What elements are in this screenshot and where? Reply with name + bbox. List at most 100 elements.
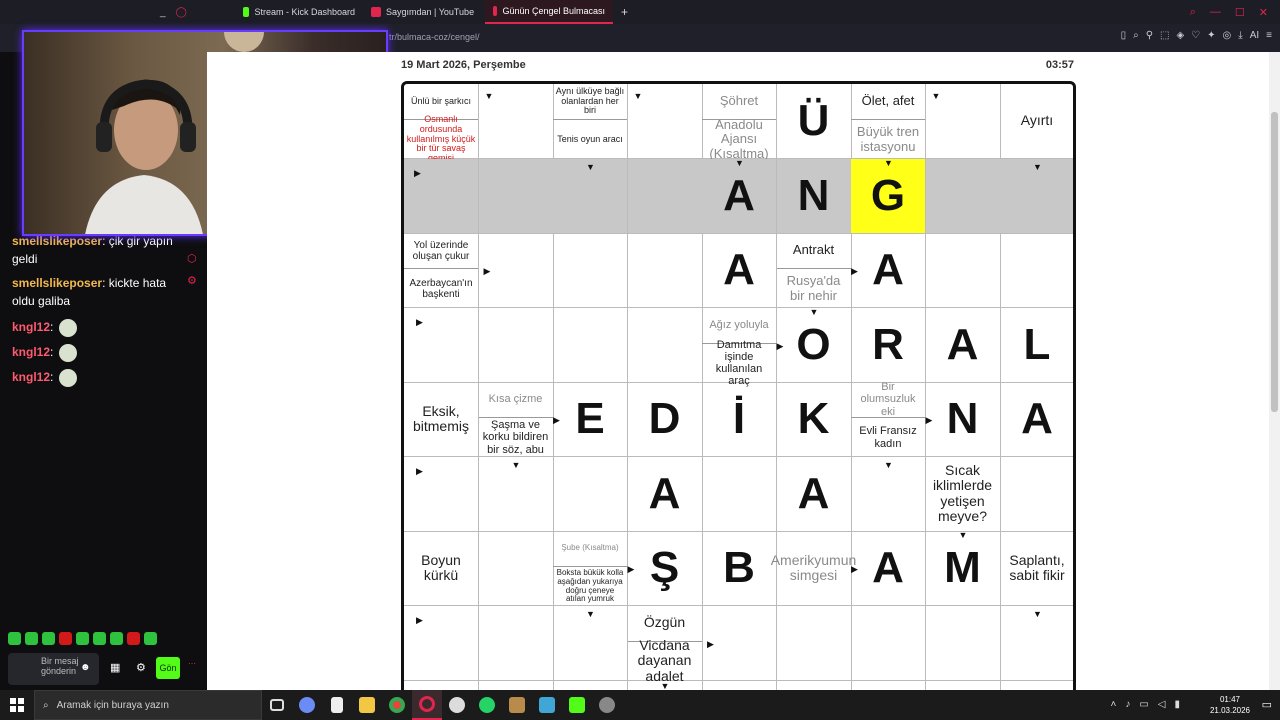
grid-cell[interactable]	[1000, 233, 1073, 308]
scrollbar-thumb[interactable]	[1271, 112, 1278, 412]
clue-cell[interactable]: Ünlü bir şarkıcı Osmanlı ordusunda kullan…	[404, 84, 479, 163]
task-view-icon[interactable]	[262, 690, 292, 720]
grid-cell[interactable]: L	[1000, 308, 1073, 383]
grid-cell[interactable]: Ş ▶	[627, 531, 703, 606]
window-minimize-icon[interactable]: —	[1210, 6, 1221, 18]
grid-cell[interactable]: A	[776, 456, 852, 532]
grid-cell[interactable]: ▼	[851, 456, 926, 532]
reader-icon[interactable]: ▯	[1121, 30, 1127, 41]
extensions-icon[interactable]: ✦	[1207, 30, 1215, 41]
grid-cell[interactable]	[851, 605, 926, 681]
grid-cell[interactable]	[925, 233, 1001, 308]
ai-icon[interactable]: AI	[1250, 30, 1259, 41]
kick-app-icon[interactable]	[562, 690, 592, 720]
emote-icon[interactable]	[144, 632, 157, 645]
menu-icon[interactable]: ≡	[1266, 30, 1272, 41]
chat-settings-icon[interactable]: ⚙	[136, 661, 146, 674]
network-icon[interactable]: ▭	[1139, 699, 1148, 710]
folder-icon[interactable]	[352, 690, 382, 720]
whatsapp-icon[interactable]	[472, 690, 502, 720]
clue-cell[interactable]: Aynı ülküye bağlı olanlardan her biri Ten…	[553, 84, 628, 159]
grid-cell[interactable]	[478, 531, 554, 606]
grid-cell[interactable]: ▶	[404, 456, 479, 532]
clue-cell[interactable]: Boyun kürkü	[404, 531, 479, 606]
grid-cell[interactable]: R	[851, 307, 926, 383]
download-icon[interactable]: ⤓	[1238, 30, 1242, 41]
clue-cell[interactable]: Kısa çizme Şaşma ve korku bildiren bir sö…	[478, 382, 554, 457]
clue-cell[interactable]: Eksik, bitmemiş	[404, 382, 479, 457]
clue-cell[interactable]: Ağız yoluyla Damıtma işinde kullanılan ar…	[702, 307, 777, 387]
mic-tray-icon[interactable]: ♪	[1125, 699, 1130, 710]
shield-icon[interactable]: ◈	[1176, 30, 1184, 41]
grid-cell[interactable]: E ▶	[553, 382, 628, 457]
emote-icon[interactable]	[25, 632, 38, 645]
emote-icon[interactable]	[8, 632, 21, 645]
grid-cell[interactable]: A	[925, 307, 1001, 383]
file-icon[interactable]	[322, 690, 352, 720]
start-button[interactable]	[0, 690, 34, 720]
clue-cell[interactable]: Antrakt Rusya'da bir nehir	[776, 233, 852, 308]
chrome-icon[interactable]	[382, 690, 412, 720]
grid-cell[interactable]	[702, 456, 777, 532]
grid-cell[interactable]: A	[1000, 382, 1073, 457]
grid-cell[interactable]: ▶	[702, 605, 777, 681]
clue-cell[interactable]: Özgün Vicdana dayanan adalet	[627, 605, 703, 683]
clue-cell[interactable]: Sıcak iklimlerde yetişen meyve?	[925, 456, 1001, 532]
grid-cell[interactable]: B	[702, 531, 777, 606]
grid-cell[interactable]	[925, 605, 1001, 681]
search-icon[interactable]: ⌕	[1190, 6, 1196, 19]
send-button[interactable]: Gön	[156, 657, 180, 679]
tab-youtube[interactable]: Saygımdan | YouTube	[363, 0, 485, 24]
chat-username[interactable]: kngl12	[12, 320, 50, 334]
minimize-icon[interactable]: _	[160, 7, 166, 18]
grid-cell[interactable]: A	[627, 456, 703, 532]
heart-icon[interactable]: ♡	[1191, 30, 1200, 41]
grid-cell[interactable]: ▼	[478, 456, 554, 532]
copilot-icon[interactable]	[292, 690, 322, 720]
grid-cell[interactable]: ▼	[925, 84, 1001, 159]
grid-cell[interactable]: A ▶	[851, 233, 926, 308]
clue-cell[interactable]: Şube (Kısaltma) Boksta bükük kolla aşağıd…	[553, 531, 628, 606]
opera-app-icon[interactable]	[412, 690, 442, 720]
snapshot-icon[interactable]: ⬚	[1160, 30, 1169, 41]
emote-icon[interactable]	[59, 632, 72, 645]
grid-cell[interactable]: O ▼ ▶	[776, 307, 852, 383]
grid-cell[interactable]: K	[776, 382, 852, 457]
grid-cell[interactable]: M ▼	[925, 531, 1001, 606]
opera-icon[interactable]: ◯	[176, 7, 187, 18]
tab-cengel-bulmaca[interactable]: Günün Çengel Bulmacası	[485, 0, 613, 24]
emote-icon[interactable]	[93, 632, 106, 645]
new-tab-button[interactable]: +	[613, 0, 636, 24]
grid-cell[interactable]: Ü	[776, 84, 852, 159]
battery-icon[interactable]: ▮	[1174, 699, 1180, 710]
notification-icon[interactable]: ▭	[1262, 698, 1272, 711]
grid-cell[interactable]	[627, 307, 703, 383]
grid-cell[interactable]: A ▼	[702, 158, 777, 234]
grid-cell[interactable]: N	[776, 158, 852, 234]
grid-cell[interactable]: ▼	[1000, 158, 1073, 234]
vpn-icon[interactable]: ◎	[1223, 30, 1232, 41]
chat-username[interactable]: smellslikeposer	[12, 234, 102, 248]
volume-icon[interactable]: ◁	[1158, 699, 1166, 710]
grid-cell[interactable]: ▶	[404, 605, 479, 681]
settings-gear-icon[interactable]: ⚙	[187, 270, 197, 292]
pin-icon[interactable]: ⚲	[1146, 30, 1153, 41]
chevron-up-icon[interactable]: ˄	[1110, 699, 1116, 710]
taskbar-search[interactable]: ⌕ Aramak için buraya yazın	[34, 690, 262, 720]
url-field[interactable]: tr/bulmaca-coz/cengel/	[389, 32, 480, 42]
window-close-icon[interactable]: ✕	[1259, 6, 1268, 19]
store-icon[interactable]: ▦	[110, 661, 120, 674]
grid-cell[interactable]: G ▼	[851, 158, 926, 234]
grid-cell[interactable]: A ▶	[851, 531, 926, 606]
grid-cell[interactable]: D	[627, 382, 703, 457]
more-icon[interactable]: ⋯	[188, 654, 196, 674]
download-app-icon[interactable]	[532, 690, 562, 720]
vs-icon[interactable]	[442, 690, 472, 720]
grid-cell[interactable]: ▼	[478, 84, 554, 159]
clue-cell[interactable]: Ölet, afet Büyük tren istasyonu	[851, 84, 926, 159]
tab-kick-dashboard[interactable]: Stream - Kick Dashboard	[235, 0, 363, 24]
grid-cell[interactable]: A	[702, 233, 777, 308]
grid-cell[interactable]: ▼	[1000, 606, 1073, 681]
clue-cell[interactable]: Saplantı, sabit fikir	[1000, 531, 1073, 606]
chat-username[interactable]: kngl12	[12, 345, 50, 359]
